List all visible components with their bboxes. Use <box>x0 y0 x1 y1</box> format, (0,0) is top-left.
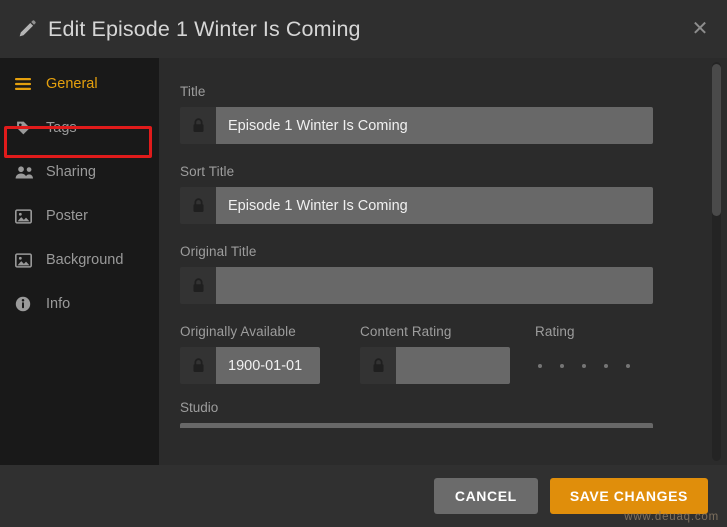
tag-icon <box>15 119 37 137</box>
field-label: Title <box>180 84 206 99</box>
metadata-row: Originally Available C <box>180 324 692 384</box>
dialog-header: Edit Episode 1 Winter Is Coming ✕ <box>0 0 727 58</box>
field-original-title: Original Title <box>180 244 692 304</box>
sidebar-item-label: Info <box>46 296 71 312</box>
rating-dot[interactable] <box>538 363 542 368</box>
field-sort-title: Sort Title <box>180 164 692 224</box>
dialog-body: General Tags Sharing Poster Background I… <box>0 58 727 465</box>
rating-dot[interactable] <box>560 363 564 368</box>
content-rating-input[interactable] <box>396 347 510 384</box>
close-icon[interactable]: ✕ <box>687 16 713 42</box>
settings-panel: Title Sort Title <box>159 58 727 465</box>
original-title-input[interactable] <box>216 267 653 304</box>
field-title: Title <box>180 84 692 144</box>
lock-icon[interactable] <box>180 267 216 304</box>
originally-available-input[interactable] <box>216 347 320 384</box>
sidebar-item-poster[interactable]: Poster <box>0 199 159 233</box>
image-icon <box>15 251 37 269</box>
sidebar-item-background[interactable]: Background <box>0 243 159 277</box>
lock-icon[interactable] <box>180 187 216 224</box>
sidebar-item-general[interactable]: General <box>0 67 159 101</box>
title-input[interactable] <box>216 107 653 144</box>
field-rating: Rating <box>535 324 675 384</box>
scrollbar-thumb[interactable] <box>712 64 721 216</box>
lock-icon[interactable] <box>180 107 216 144</box>
field-label: Sort Title <box>180 164 235 179</box>
rating-stars[interactable] <box>535 347 675 384</box>
sidebar-item-label: Tags <box>46 120 77 136</box>
cancel-button[interactable]: CANCEL <box>433 478 538 514</box>
sidebar-item-info[interactable]: Info <box>0 287 159 321</box>
save-changes-button[interactable]: SAVE CHANGES <box>549 478 708 514</box>
content-rating-input-row <box>360 347 510 384</box>
field-label: Content Rating <box>360 324 452 339</box>
sort-title-input[interactable] <box>216 187 653 224</box>
rating-dot[interactable] <box>626 363 630 368</box>
dialog-footer: CANCEL SAVE CHANGES www.deuaq.com <box>0 465 727 527</box>
field-label: Originally Available <box>180 324 296 339</box>
sidebar-item-label: Sharing <box>46 164 96 180</box>
sidebar-item-sharing[interactable]: Sharing <box>0 155 159 189</box>
field-originally-available: Originally Available <box>180 324 360 384</box>
general-form: Title Sort Title <box>159 58 727 428</box>
page-title: Edit Episode 1 Winter Is Coming <box>48 16 361 41</box>
sidebar-item-label: Background <box>46 252 124 268</box>
pencil-icon <box>14 16 40 42</box>
sidebar-item-tags[interactable]: Tags <box>0 111 159 145</box>
original-title-input-row <box>180 267 653 304</box>
field-label: Original Title <box>180 244 257 259</box>
rating-dot[interactable] <box>604 363 608 368</box>
sidebar-item-label: General <box>46 76 98 92</box>
edit-episode-dialog: Edit Episode 1 Winter Is Coming ✕ Genera… <box>0 0 727 527</box>
watermark: www.deuaq.com <box>624 511 719 523</box>
info-icon <box>15 295 37 313</box>
image-icon <box>15 207 37 225</box>
lock-icon[interactable] <box>180 347 216 384</box>
sidebar-item-label: Poster <box>46 208 88 224</box>
sort-title-input-row <box>180 187 653 224</box>
title-input-row <box>180 107 653 144</box>
field-label: Studio <box>180 400 219 415</box>
lock-icon[interactable] <box>360 347 396 384</box>
scrollbar[interactable] <box>712 62 721 461</box>
originally-available-input-row <box>180 347 320 384</box>
studio-input[interactable] <box>180 423 653 428</box>
users-icon <box>15 163 37 181</box>
field-content-rating: Content Rating <box>360 324 535 384</box>
rating-dot[interactable] <box>582 363 586 368</box>
field-studio: Studio <box>180 400 692 428</box>
hamburger-icon <box>15 75 37 93</box>
field-label: Rating <box>535 324 575 339</box>
sidebar: General Tags Sharing Poster Background I… <box>0 58 159 465</box>
